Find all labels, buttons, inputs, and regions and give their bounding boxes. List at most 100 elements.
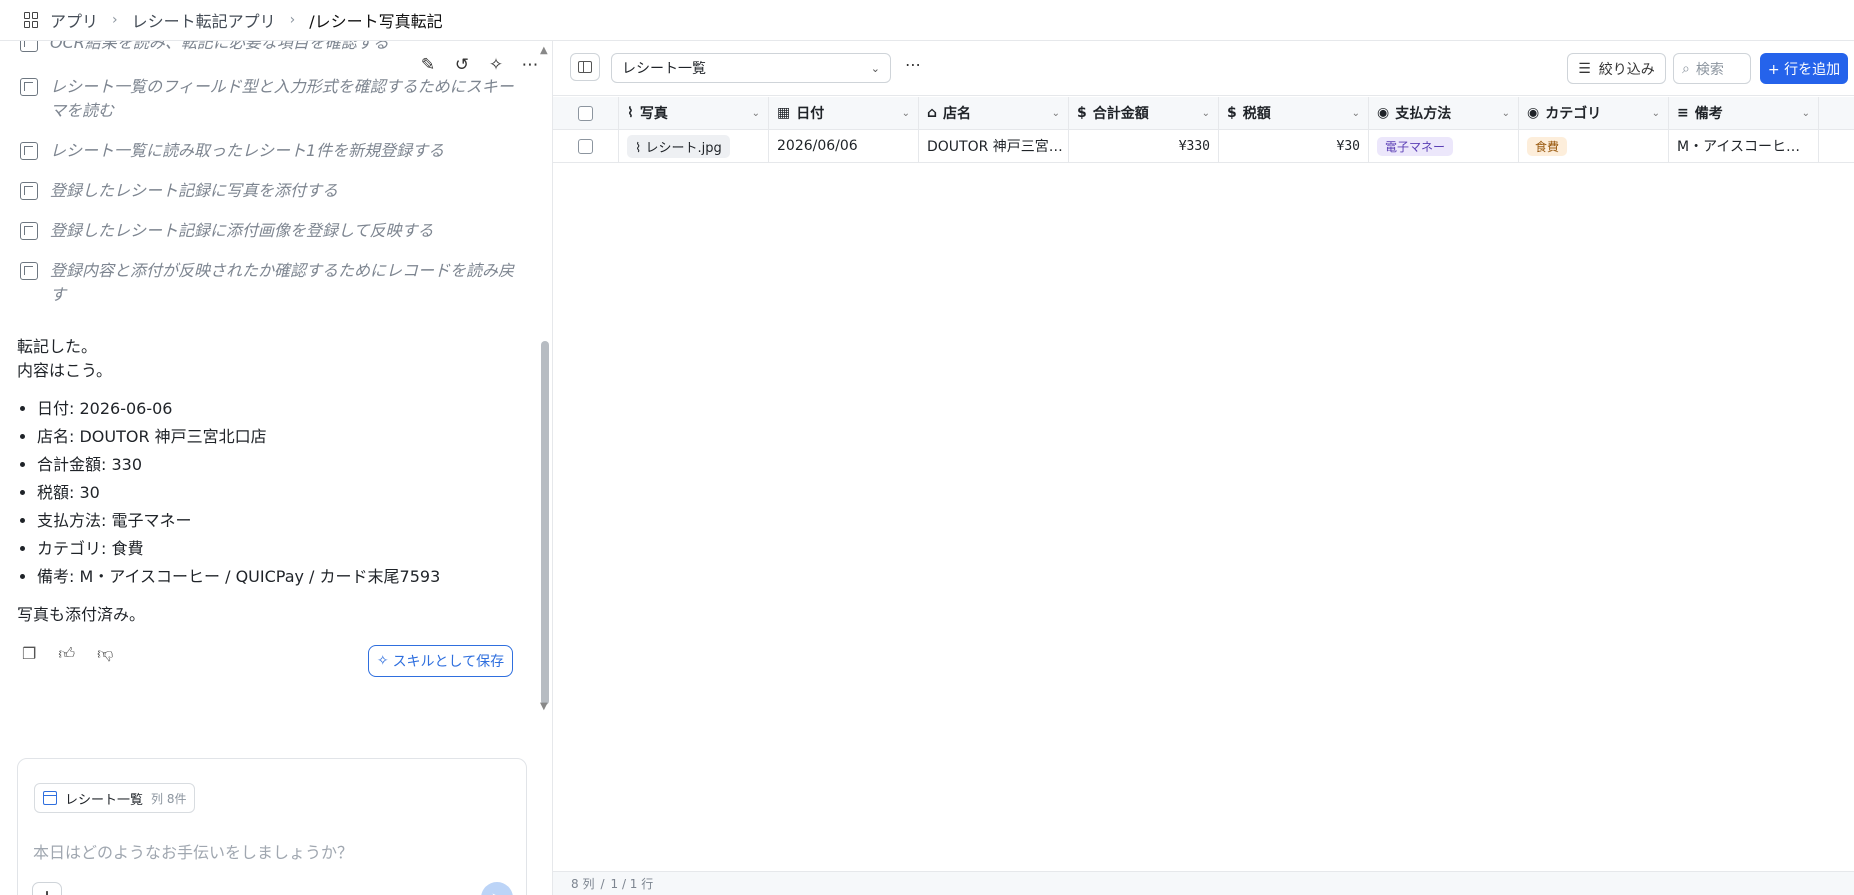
payment-tag: 電子マネー <box>1377 136 1454 156</box>
breadcrumb-current: /レシート写真転記 <box>309 12 443 31</box>
column-header-note[interactable]: ≡ 備考 ⌄ <box>1669 97 1819 129</box>
row-count: 1 / 1 行 <box>610 877 654 891</box>
scroll-down-arrow-icon[interactable]: ▼ <box>540 701 548 712</box>
attachment-chip[interactable]: ⌇ レシート.jpg <box>627 134 730 158</box>
view-select[interactable]: レシート一覧 ⌄ <box>611 53 891 83</box>
column-header-tax[interactable]: $ 税額 ⌄ <box>1219 97 1369 129</box>
select-all-cell <box>553 97 619 129</box>
sparkle-icon: ✧ <box>376 653 389 669</box>
chevron-right-icon: › <box>112 12 118 28</box>
copy-icon[interactable]: ❐ <box>22 644 36 664</box>
cell-tax[interactable]: ¥30 <box>1219 130 1369 162</box>
row-checkbox[interactable] <box>578 138 593 154</box>
breadcrumb: アプリ › レシート転記アプリ › /レシート写真転記 <box>0 0 1854 41</box>
chevron-down-icon[interactable]: ⌄ <box>1502 108 1510 119</box>
table-icon <box>43 791 57 805</box>
view-select-value: レシート一覧 <box>622 61 706 77</box>
column-header-category[interactable]: ◉ カテゴリ ⌄ <box>1519 97 1669 129</box>
select-icon: ◉ <box>1377 105 1390 121</box>
context-chip[interactable]: レシート一覧 列 8件 <box>34 783 196 813</box>
step-text: レシート一覧に読み取ったレシート1件を新規登録する <box>50 141 445 160</box>
cell-category[interactable]: 食費 <box>1519 130 1669 162</box>
column-header-photo[interactable]: ⌇ 写真 ⌄ <box>619 97 769 129</box>
sparkle-icon[interactable]: ✧ <box>486 55 506 75</box>
filter-button[interactable]: ☰ 絞り込み <box>1567 53 1666 84</box>
list-item: 税額: 30 <box>37 481 517 505</box>
cell-total[interactable]: ¥330 <box>1069 130 1219 162</box>
breadcrumb-app[interactable]: レシート転記アプリ <box>132 8 276 32</box>
cell-date[interactable]: 2026/06/06 <box>769 130 919 162</box>
chevron-down-icon[interactable]: ⌄ <box>1802 108 1810 119</box>
thumbs-up-icon[interactable]: 👍︎ <box>58 644 75 664</box>
select-all-checkbox[interactable] <box>578 105 593 121</box>
search-input[interactable]: ⌕ 検索 <box>1673 53 1751 84</box>
save-as-skill-button[interactable]: ✧ スキルとして保存 <box>368 645 513 677</box>
step-item-partial: OCR結果を読み、転記に必要な項目を確認する <box>20 41 389 55</box>
context-chip-label: レシート一覧 <box>65 792 144 808</box>
breadcrumb-apps[interactable]: アプリ <box>50 8 98 32</box>
chat-input[interactable]: 本日はどのようなお手伝いをしましょうか？ <box>33 839 353 863</box>
chevron-down-icon[interactable]: ⌄ <box>1652 108 1660 119</box>
table-footer: 8 列 / 1 / 1 行 <box>553 871 1854 895</box>
step-item: 登録内容と添付が反映されたか確認するためにレコードを読み戻す <box>20 259 520 307</box>
cube-icon <box>20 78 38 96</box>
scroll-up-arrow-icon[interactable]: ▲ <box>540 45 548 56</box>
column-header-total[interactable]: $ 合計金額 ⌄ <box>1069 97 1219 129</box>
add-row-button[interactable]: + 行を追加 <box>1760 53 1848 84</box>
chat-panel: OCR結果を読み、転記に必要な項目を確認する ✎ ↺ ✧ ⋯ レシート一覧のフィ… <box>0 41 553 895</box>
edit-icon[interactable]: ✎ <box>418 55 438 75</box>
cell-payment[interactable]: 電子マネー <box>1369 130 1519 162</box>
reply-footer: 写真も添付済み。 <box>17 605 146 624</box>
table-row[interactable]: ⌇ レシート.jpg 2026/06/06 DOUTOR 神戸三宮… ¥330 … <box>553 130 1854 163</box>
list-item: 日付: 2026-06-06 <box>37 397 517 421</box>
category-tag: 食費 <box>1527 136 1568 156</box>
more-icon[interactable]: ⋯ <box>905 55 921 74</box>
sidebar-toggle-button[interactable] <box>570 53 600 81</box>
filter-label: 絞り込み <box>1598 61 1655 78</box>
select-icon: ◉ <box>1527 105 1540 121</box>
reply-line: 転記した。 <box>17 337 98 356</box>
message-toolbar: ✎ ↺ ✧ ⋯ <box>418 55 540 75</box>
attach-plus-button[interactable]: + <box>32 882 62 895</box>
cell-store[interactable]: DOUTOR 神戸三宮… <box>919 130 1069 162</box>
table-panel: レシート一覧 ⌄ ⋯ ☰ 絞り込み ⌕ 検索 + 行を追加 ⌇ 写真 ⌄ ▦ 日付 ⌄ … <box>553 41 1854 895</box>
text-icon: ≡ <box>1677 105 1689 121</box>
paperclip-icon: ⌇ <box>635 140 646 156</box>
panel-icon <box>578 61 592 73</box>
column-header-store[interactable]: ⌂ 店名 ⌄ <box>919 97 1069 129</box>
table-header: ⌇ 写真 ⌄ ▦ 日付 ⌄ ⌂ 店名 ⌄ $ 合計金額 ⌄ $ 税額 ⌄ ◉ 支払方法 ⌄ ◉ カテゴリ ⌄… <box>553 97 1854 130</box>
data-table: ⌇ 写真 ⌄ ▦ 日付 ⌄ ⌂ 店名 ⌄ $ 合計金額 ⌄ $ 税額 ⌄ ◉ 支払方法 ⌄ ◉ カテゴリ ⌄… <box>553 97 1854 163</box>
cube-icon <box>20 262 38 280</box>
chevron-down-icon[interactable]: ⌄ <box>1202 108 1210 119</box>
save-as-skill-label: スキルとして保存 <box>392 654 505 670</box>
chevron-down-icon[interactable]: ⌄ <box>902 108 910 119</box>
column-header-payment[interactable]: ◉ 支払方法 ⌄ <box>1369 97 1519 129</box>
chat-scrollbar[interactable]: ▲ ▼ <box>538 45 550 712</box>
thumbs-down-icon[interactable]: 👎︎ <box>97 644 113 664</box>
paperclip-icon: ⌇ <box>627 105 634 121</box>
cube-icon <box>20 142 38 160</box>
chevron-down-icon[interactable]: ⌄ <box>752 108 760 119</box>
scrollbar-thumb[interactable] <box>541 341 549 705</box>
list-item: 店名: DOUTOR 神戸三宮北口店 <box>37 425 517 449</box>
chevron-down-icon[interactable]: ⌄ <box>1352 108 1360 119</box>
reply-list: 日付: 2026-06-06 店名: DOUTOR 神戸三宮北口店 合計金額: … <box>37 397 517 589</box>
history-icon[interactable]: ↺ <box>452 55 472 75</box>
step-item: 登録したレシート記録に写真を添付する <box>20 179 520 203</box>
list-item: 備考: M・アイスコーヒー / QUICPay / カード末尾7593 <box>37 565 517 589</box>
reply-line: 内容はこう。 <box>17 361 113 380</box>
more-icon[interactable]: ⋯ <box>520 55 540 75</box>
table-toolbar: レシート一覧 ⌄ ⋯ ☰ 絞り込み ⌕ 検索 + 行を追加 <box>553 41 1854 96</box>
column-header-date[interactable]: ▦ 日付 ⌄ <box>769 97 919 129</box>
cube-icon <box>20 222 38 240</box>
footer-separator: / <box>600 876 605 891</box>
send-button[interactable]: ➤ <box>481 882 513 895</box>
column-count: 8 列 <box>571 877 595 891</box>
cell-note[interactable]: M・アイスコーヒ… <box>1669 130 1819 162</box>
cell-photo[interactable]: ⌇ レシート.jpg <box>619 130 769 162</box>
chevron-down-icon[interactable]: ⌄ <box>1052 108 1060 119</box>
step-text: 登録内容と添付が反映されたか確認するためにレコードを読み戻す <box>50 261 515 304</box>
assistant-reply: 転記した。 内容はこう。 日付: 2026-06-06 店名: DOUTOR 神… <box>17 335 517 627</box>
send-icon: ➤ <box>491 889 504 895</box>
step-text: 登録したレシート記録に写真を添付する <box>50 181 339 200</box>
